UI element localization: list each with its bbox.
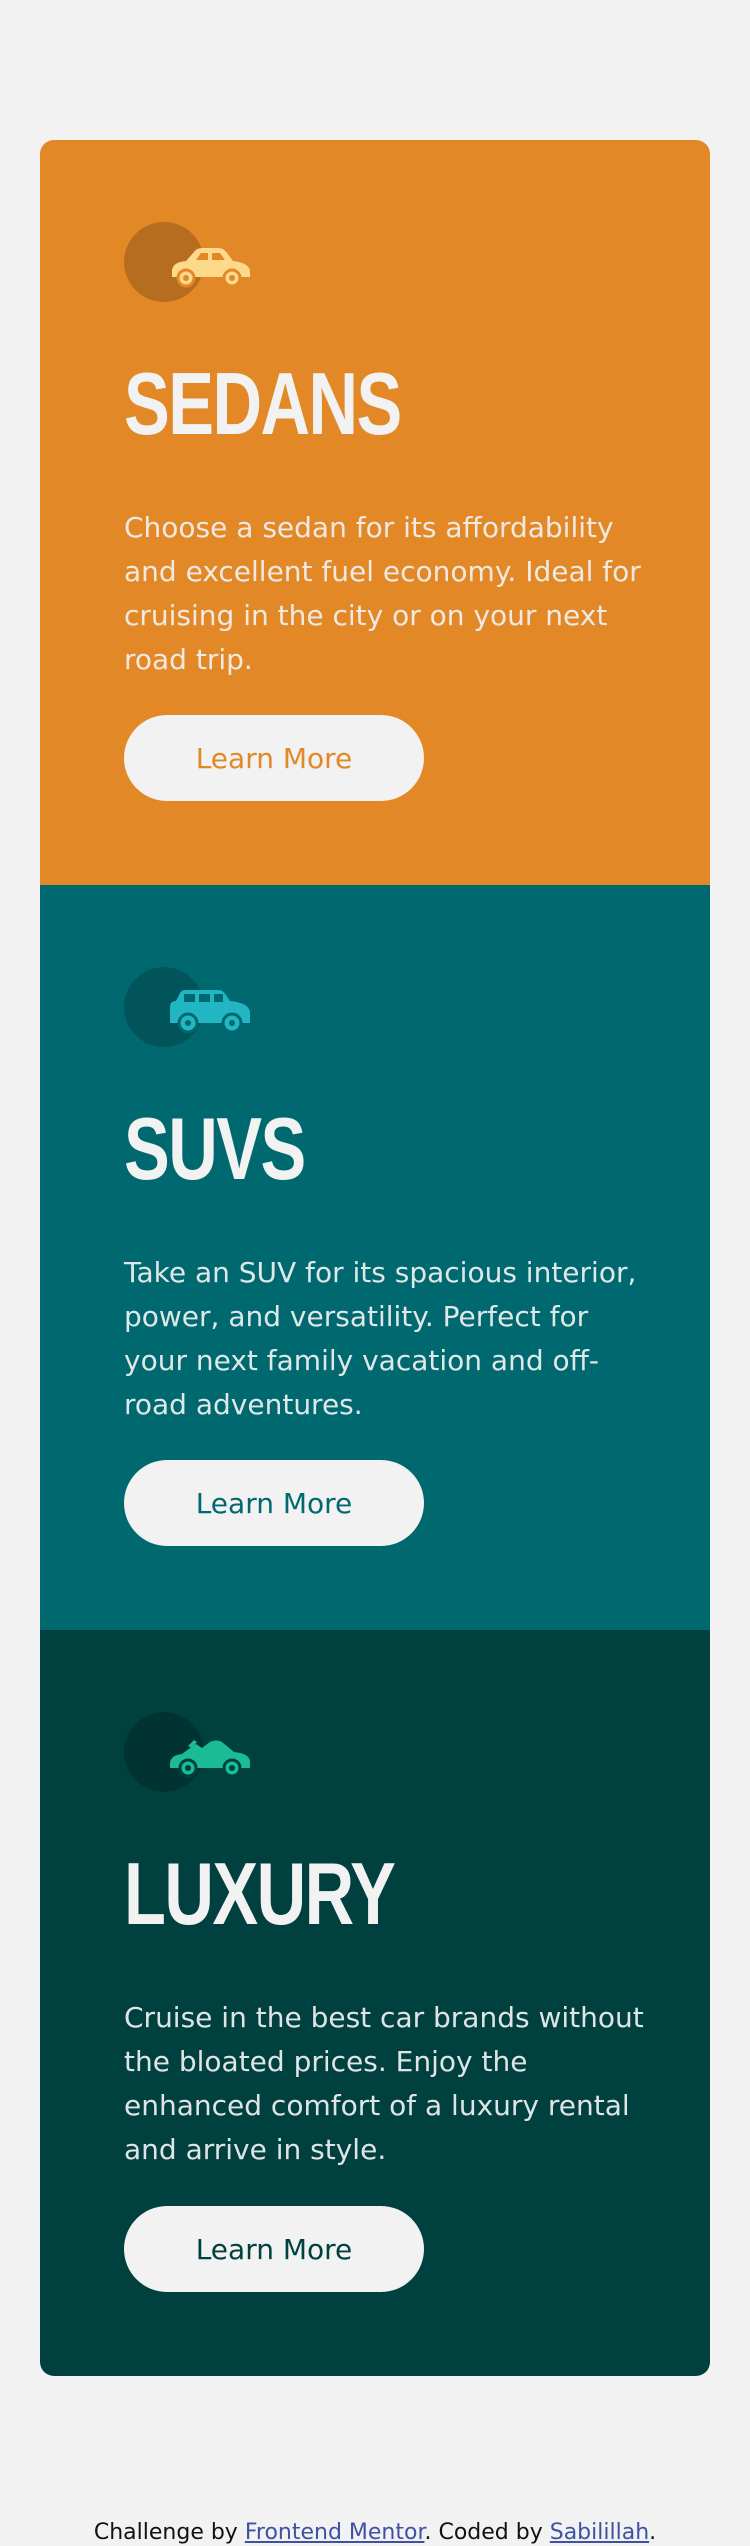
- card-text-sedans: Choose a sedan for its affordability and…: [124, 511, 641, 676]
- attribution-footer: Challenge by Frontend Mentor. Coded by S…: [0, 2520, 750, 2545]
- author-link[interactable]: Sabilillah: [550, 2520, 649, 2545]
- car-cards-container: SEDANS Choose a sedan for its affordabil…: [40, 140, 710, 2376]
- sedan-icon-wrap: [124, 222, 254, 302]
- card-title-luxury: LUXURY: [124, 1844, 396, 1943]
- learn-more-button-luxury[interactable]: Learn More: [124, 2206, 424, 2292]
- luxury-icon-wrap: [124, 1712, 254, 1792]
- sedan-car-icon: [172, 248, 250, 288]
- card-text-luxury: Cruise in the best car brands without th…: [124, 2001, 644, 2166]
- card-luxury: LUXURY Cruise in the best car brands wit…: [40, 1630, 710, 2376]
- card-title-suvs: SUVS: [124, 1099, 306, 1198]
- frontend-mentor-link[interactable]: Frontend Mentor: [245, 2520, 425, 2545]
- card-title-sedans: SEDANS: [124, 354, 402, 453]
- learn-more-button-suvs[interactable]: Learn More: [124, 1460, 424, 1546]
- footer-suffix: .: [649, 2520, 657, 2545]
- card-suvs: SUVS Take an SUV for its spacious interi…: [40, 885, 710, 1630]
- suv-car-icon: [170, 990, 250, 1033]
- card-text-suvs: Take an SUV for its spacious interior, p…: [124, 1256, 637, 1421]
- card-sedans: SEDANS Choose a sedan for its affordabil…: [40, 140, 710, 885]
- suv-icon-wrap: [124, 967, 254, 1047]
- footer-middle: . Coded by: [424, 2520, 550, 2545]
- footer-prefix: Challenge by: [93, 2520, 245, 2545]
- luxury-car-icon: [170, 1740, 250, 1778]
- learn-more-button-sedans[interactable]: Learn More: [124, 715, 424, 801]
